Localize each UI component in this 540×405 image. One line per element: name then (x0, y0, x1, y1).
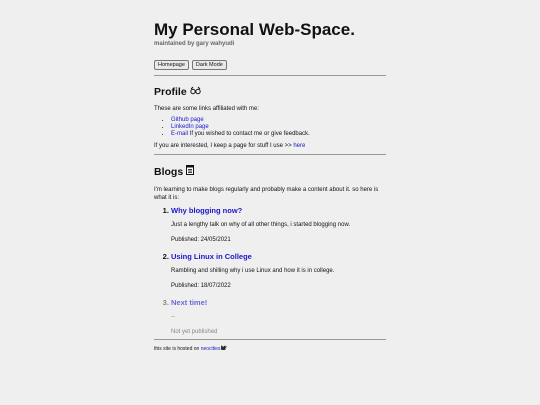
site-subtitle: maintained by gary wahyudi (154, 41, 235, 47)
profile-links: Github page LinkedIn page E-mail If you … (154, 117, 386, 138)
blog-post-date: Not yet published (171, 329, 218, 335)
blog-post-date: Published: 18/07/2022 (171, 283, 231, 289)
cat-icon (221, 345, 228, 352)
footer-text: this site is hosted on (154, 346, 201, 352)
page-content: My Personal Web-Space. maintained by gar… (154, 20, 386, 352)
blog-post-summary: Just a lengthy talk on why of all other … (171, 222, 351, 228)
blog-post-list: Why blogging now? Just a lengthy talk on… (154, 206, 386, 336)
blog-post-title-link[interactable]: Using Linux in College (171, 252, 252, 261)
blog-post: Next time! -- Not yet published (171, 298, 386, 336)
profile-intro: These are some links affiliated with me: (154, 106, 259, 112)
homepage-button[interactable]: Homepage (154, 60, 189, 70)
blogs-heading: Blogs (154, 165, 386, 178)
blog-post-date: Published: 24/05/2021 (171, 237, 231, 243)
blog-post: Using Linux in College Rambling and shil… (171, 252, 386, 290)
email-link[interactable]: E-mail (171, 131, 188, 137)
blogs-heading-text: Blogs (154, 165, 184, 178)
glasses-icon (189, 86, 201, 98)
dark-mode-button[interactable]: Dark Mode (191, 60, 227, 70)
blog-post-title-link[interactable]: Next time! (171, 298, 207, 307)
linkedin-link[interactable]: LinkedIn page (171, 124, 209, 130)
email-note: If you wished to contact me or give feed… (188, 131, 310, 137)
profile-heading-text: Profile (154, 86, 187, 98)
site-title: My Personal Web-Space. (154, 20, 355, 39)
stuff-i-use-link[interactable]: here (293, 143, 305, 149)
github-link[interactable]: Github page (171, 117, 204, 123)
list-item: Github page (171, 117, 386, 124)
footer: this site is hosted on neocities (154, 345, 386, 352)
divider (154, 75, 386, 76)
list-item: LinkedIn page (171, 124, 386, 131)
blogs-intro: I'm learning to make blogs regularly and… (154, 187, 379, 201)
blog-post-summary: Rambling and shilling why i use Linux an… (171, 268, 335, 274)
profile-heading: Profile (154, 86, 386, 98)
neocities-link[interactable]: neocities (201, 346, 221, 352)
blog-post-title-link[interactable]: Why blogging now? (171, 206, 242, 215)
stuff-i-use-line: If you are interested, I keep a page for… (154, 142, 386, 150)
divider (154, 339, 386, 340)
button-bar: Homepage Dark Mode (154, 60, 386, 70)
notepad-icon (186, 165, 195, 178)
list-item: E-mail If you wished to contact me or gi… (171, 131, 386, 138)
blog-post-summary: -- (171, 314, 175, 320)
stuff-i-use-text: If you are interested, I keep a page for… (154, 143, 294, 149)
blog-post: Why blogging now? Just a lengthy talk on… (171, 206, 386, 244)
divider (154, 154, 386, 155)
